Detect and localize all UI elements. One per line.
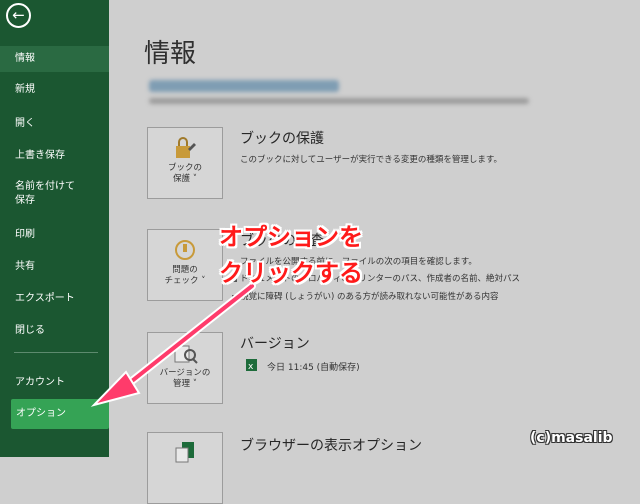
watermark: (c)masalib [530,430,613,446]
annotation-callout: オプションを クリックする [219,219,363,291]
callout-line-1: オプションを [219,223,363,251]
callout-line-2: クリックする [219,259,363,287]
